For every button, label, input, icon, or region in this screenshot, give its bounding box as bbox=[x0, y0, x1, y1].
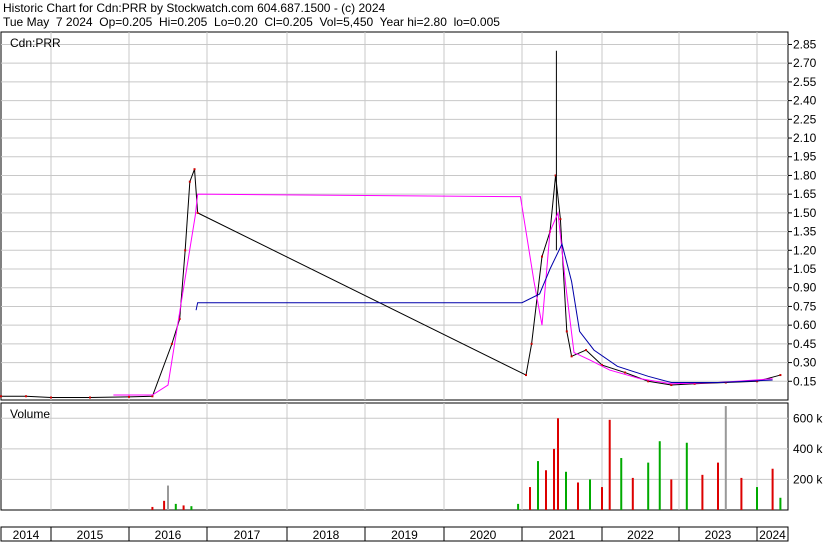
volume-bar bbox=[545, 470, 547, 510]
volume-bar bbox=[601, 487, 603, 510]
price-panel: 2.85 2.70 2.55 2.40 2.25 2.10 1.95 1.80 1.65 1.50… bbox=[0, 31, 817, 401]
price-y-tick-label: 0.45 bbox=[793, 337, 817, 351]
x-tick-label: 2017 bbox=[234, 528, 261, 542]
price-panel-frame bbox=[0, 31, 789, 401]
price-y-tick-label: 0.90 bbox=[793, 281, 817, 295]
price-point bbox=[188, 180, 191, 183]
price-point bbox=[525, 374, 527, 377]
price-y-tick-label: 2.10 bbox=[793, 131, 817, 145]
price-point bbox=[193, 168, 196, 171]
volume-bar bbox=[182, 505, 185, 510]
x-tick-label: 2016 bbox=[155, 528, 182, 542]
volume-bar bbox=[631, 477, 634, 510]
price-point bbox=[530, 342, 533, 345]
volume-bar bbox=[190, 506, 193, 510]
volume-bar bbox=[701, 474, 704, 510]
price-panel-label: Cdn:PRR bbox=[10, 36, 61, 50]
price-point bbox=[570, 355, 573, 358]
volume-y-tick-label: 200 k bbox=[793, 472, 823, 486]
volume-bar bbox=[577, 482, 579, 510]
x-axis: 2014 2015 2016 2017 2018 2019 2020 2021 2022 2023… bbox=[0, 526, 789, 542]
price-point bbox=[585, 349, 587, 352]
x-tick-label: 2019 bbox=[391, 528, 418, 542]
price-y-axis: 2.85 2.70 2.55 2.40 2.25 2.10 1.95 1.80 1.65 1.50… bbox=[788, 37, 817, 388]
price-y-tick-label: 2.55 bbox=[793, 75, 817, 89]
volume-bar bbox=[779, 497, 782, 510]
stock-chart: 2.85 2.70 2.55 2.40 2.25 2.10 1.95 1.80 1.65 1.50… bbox=[0, 31, 823, 542]
volume-bar bbox=[608, 419, 611, 510]
price-point bbox=[151, 395, 154, 398]
price-point bbox=[25, 395, 27, 398]
volume-bar bbox=[557, 418, 559, 510]
volume-bar bbox=[756, 487, 758, 510]
price-y-tick-label: 0.60 bbox=[793, 318, 817, 332]
price-y-tick-label: 1.20 bbox=[793, 243, 817, 257]
volume-bar bbox=[647, 462, 650, 510]
volume-bar bbox=[589, 479, 591, 510]
x-tick-label: 2018 bbox=[313, 528, 340, 542]
price-point bbox=[670, 384, 673, 387]
price-y-tick-label: 0.15 bbox=[793, 374, 817, 388]
x-tick-label: 2024 bbox=[759, 528, 786, 542]
x-tick-label: 2014 bbox=[13, 528, 40, 542]
x-tick-label: 2015 bbox=[77, 528, 104, 542]
price-y-tick-label: 0.30 bbox=[793, 356, 817, 370]
volume-bar bbox=[771, 468, 774, 510]
price-y-tick-label: 0.75 bbox=[793, 299, 817, 313]
volume-bar bbox=[565, 471, 567, 510]
price-y-tick-label: 1.65 bbox=[793, 187, 817, 201]
price-point bbox=[624, 371, 627, 374]
volume-bar bbox=[620, 458, 623, 510]
price-point bbox=[89, 396, 91, 399]
volume-y-tick-label: 400 k bbox=[793, 442, 823, 456]
price-y-tick-label: 1.35 bbox=[793, 225, 817, 239]
volume-bar bbox=[685, 442, 688, 510]
price-y-tick-label: 2.40 bbox=[793, 94, 817, 108]
volume-bar bbox=[724, 406, 727, 510]
price-point bbox=[565, 330, 568, 333]
volume-y-tick-label: 600 k bbox=[793, 411, 823, 425]
price-point bbox=[541, 255, 543, 258]
volume-bar bbox=[740, 477, 743, 510]
volume-bar bbox=[670, 479, 673, 510]
volume-bar bbox=[151, 506, 154, 510]
volume-bar bbox=[553, 448, 555, 510]
price-point bbox=[50, 396, 52, 399]
price-point bbox=[779, 374, 782, 377]
price-point bbox=[184, 249, 187, 252]
price-point bbox=[170, 342, 173, 345]
price-y-tick-label: 1.95 bbox=[793, 150, 817, 164]
x-tick-label: 2020 bbox=[470, 528, 497, 542]
volume-bar bbox=[717, 462, 719, 510]
volume-bar bbox=[537, 461, 539, 510]
price-y-tick-label: 2.70 bbox=[793, 56, 817, 70]
volume-bar bbox=[658, 441, 661, 510]
x-tick-label: 2023 bbox=[705, 528, 732, 542]
price-y-tick-label: 2.25 bbox=[793, 112, 817, 126]
volume-bar bbox=[174, 503, 177, 510]
volume-panel-frame bbox=[0, 402, 789, 511]
price-y-tick-label: 2.85 bbox=[793, 37, 817, 51]
x-tick-label: 2022 bbox=[627, 528, 654, 542]
price-y-tick-label: 1.80 bbox=[793, 168, 817, 182]
price-point bbox=[196, 211, 199, 214]
volume-bar bbox=[163, 500, 166, 510]
volume-panel: 600 k 400 k 200 k Volume bbox=[0, 402, 823, 511]
price-point bbox=[559, 218, 562, 221]
volume-y-axis: 600 k 400 k 200 k bbox=[793, 411, 823, 486]
price-y-tick-label: 1.50 bbox=[793, 206, 817, 220]
price-y-tick-label: 1.05 bbox=[793, 262, 817, 276]
volume-bar bbox=[529, 487, 531, 510]
price-point bbox=[128, 395, 130, 398]
price-point bbox=[0, 395, 2, 398]
volume-bar bbox=[517, 503, 520, 510]
volume-panel-label: Volume bbox=[10, 407, 50, 421]
x-tick-label: 2021 bbox=[549, 528, 576, 542]
volume-bar bbox=[167, 485, 169, 510]
